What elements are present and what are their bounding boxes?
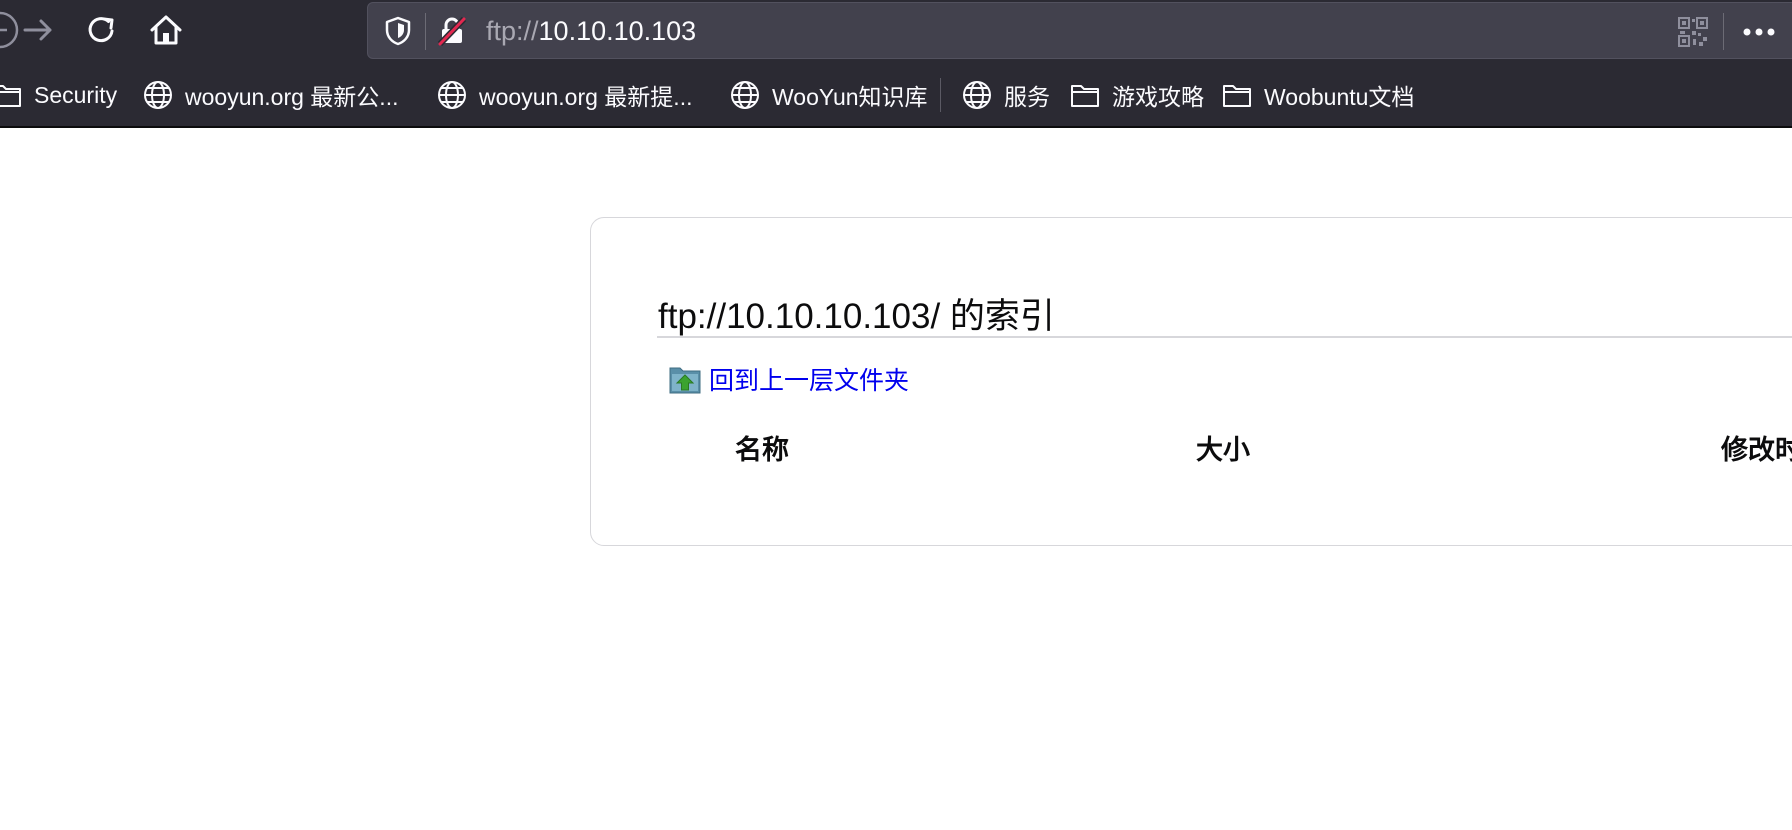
bookmark-label: wooyun.org 最新公... (185, 84, 399, 110)
address-bar[interactable]: ftp://10.10.10.103 (367, 2, 1792, 59)
globe-icon (435, 78, 469, 112)
home-button[interactable] (142, 6, 190, 54)
bookmarks-toolbar: Security wooyun.org 最新公... wooyun.org 最新… (0, 62, 1792, 128)
directory-listing: ftp://10.10.10.103/ 的索引 回到上一层文件夹 名称 大小 修… (590, 217, 1792, 546)
bookmark-separator (940, 78, 941, 112)
reload-button[interactable] (78, 6, 126, 54)
bookmark-label: 游戏攻略 (1112, 84, 1204, 110)
bookmark-wooyun-submit[interactable]: wooyun.org 最新提... (435, 78, 692, 112)
parent-directory-link[interactable]: 回到上一层文件夹 (669, 361, 909, 397)
tracking-protection-button[interactable] (382, 15, 414, 47)
urlbar-separator (425, 13, 426, 50)
bookmark-wooyun-public[interactable]: wooyun.org 最新公... (141, 78, 398, 112)
bookmark-label: Woobuntu文档 (1264, 84, 1415, 110)
site-info-button[interactable] (436, 15, 468, 47)
globe-icon (960, 78, 994, 112)
bookmark-folder-security[interactable]: Security (0, 78, 117, 112)
folder-up-icon (669, 367, 701, 394)
qr-code-icon[interactable] (1678, 17, 1708, 47)
home-icon (150, 15, 182, 45)
bookmark-label: Security (34, 81, 118, 108)
globe-icon (141, 78, 175, 112)
insecure-lock-icon (437, 16, 467, 46)
column-header-modified[interactable]: 修改时 (1721, 428, 1792, 467)
bookmark-label: 服务 (1004, 84, 1050, 110)
reload-icon (88, 17, 114, 43)
shield-icon (385, 16, 411, 46)
folder-icon (0, 78, 24, 112)
title-divider (657, 336, 1792, 338)
more-icon (1743, 28, 1775, 36)
bookmark-folder-games[interactable]: 游戏攻略 (1068, 78, 1204, 112)
bookmark-folder-woobuntu[interactable]: Woobuntu文档 (1220, 78, 1414, 112)
bookmark-label: WooYun知识库 (772, 84, 928, 110)
url-host: 10.10.10.103 (538, 16, 697, 46)
folder-icon (1068, 78, 1102, 112)
urlbar-separator (1723, 13, 1724, 50)
bookmark-wooyun-kb[interactable]: WooYun知识库 (728, 78, 928, 112)
url-text[interactable]: ftp://10.10.10.103 (486, 15, 696, 47)
browser-toolbar: ftp://10.10.10.103 (0, 0, 1792, 62)
forward-icon (23, 19, 52, 41)
bookmark-services[interactable]: 服务 (960, 78, 1050, 112)
folder-icon (1220, 78, 1254, 112)
globe-icon (728, 78, 762, 112)
forward-button[interactable] (14, 6, 62, 54)
url-scheme: ftp:// (486, 16, 539, 46)
parent-link-label: 回到上一层文件夹 (709, 367, 910, 395)
page-actions-button[interactable] (1735, 16, 1783, 48)
page-title: ftp://10.10.10.103/ 的索引 (658, 297, 1055, 336)
column-header-size[interactable]: 大小 (1196, 428, 1250, 467)
bookmark-label: wooyun.org 最新提... (479, 84, 693, 110)
column-header-name[interactable]: 名称 (735, 428, 789, 467)
